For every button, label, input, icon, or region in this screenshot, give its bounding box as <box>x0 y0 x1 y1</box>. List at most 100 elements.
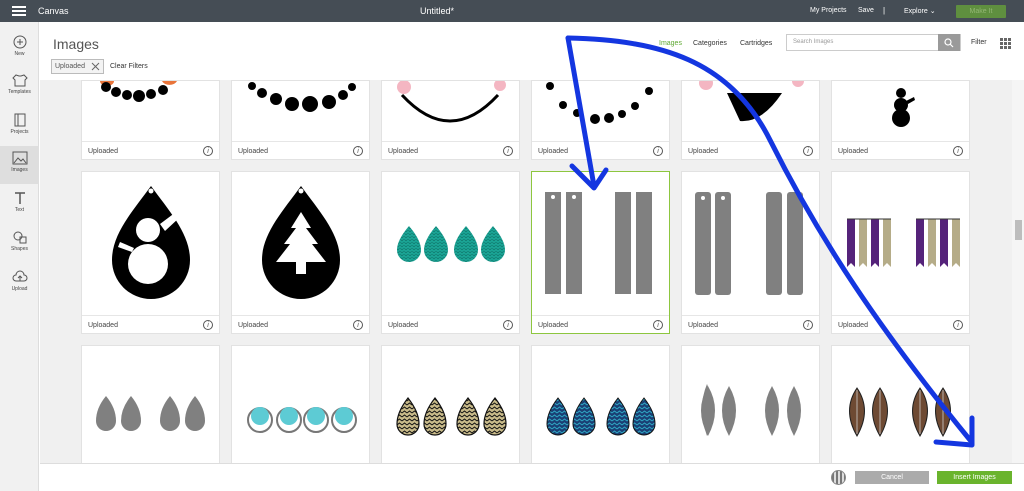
filter-chip-uploaded[interactable]: Uploaded <box>51 59 104 74</box>
info-icon[interactable]: i <box>503 320 513 330</box>
grid-view-icon[interactable] <box>1000 38 1011 49</box>
tab-cartridges[interactable]: Cartridges <box>740 40 772 47</box>
card-thumbnail <box>695 192 803 295</box>
page-title: Images <box>53 36 99 52</box>
bottom-action-bar: Cancel Insert Images <box>40 463 1024 491</box>
info-icon[interactable]: i <box>803 320 813 330</box>
info-icon[interactable]: i <box>653 320 663 330</box>
filter-button[interactable]: Filter <box>971 39 987 46</box>
image-icon <box>12 151 27 165</box>
image-card[interactable] <box>531 345 670 463</box>
card-footer: Uploaded i <box>382 141 519 161</box>
image-card[interactable]: Uploaded i <box>231 171 370 334</box>
card-footer: Uploaded i <box>682 141 819 161</box>
info-icon[interactable]: i <box>203 320 213 330</box>
card-thumbnail <box>699 81 804 122</box>
image-card[interactable]: Uploaded i <box>831 80 970 160</box>
text-icon <box>14 192 25 204</box>
save-link[interactable]: Save <box>858 7 874 14</box>
image-card[interactable]: Uploaded i <box>681 80 820 160</box>
info-icon[interactable]: i <box>203 146 213 156</box>
card-footer: Uploaded i <box>532 315 669 335</box>
cancel-button[interactable]: Cancel <box>855 471 929 484</box>
card-thumbnail <box>112 186 190 299</box>
shirt-icon <box>11 74 28 87</box>
shapes-icon <box>13 231 26 244</box>
scrollbar-thumb[interactable] <box>1015 220 1022 240</box>
card-thumbnail <box>847 218 960 267</box>
sidebar-item-projects[interactable]: Projects <box>0 108 39 146</box>
my-projects-link[interactable]: My Projects <box>810 7 847 14</box>
clear-filters-link[interactable]: Clear Filters <box>110 63 148 70</box>
app-name: Canvas <box>38 6 69 16</box>
sidebar-item-text[interactable]: Text <box>0 186 39 224</box>
hamburger-menu-icon[interactable] <box>12 6 26 16</box>
image-card[interactable] <box>81 345 220 463</box>
info-icon[interactable]: i <box>953 146 963 156</box>
vertical-scrollbar[interactable] <box>1012 80 1024 463</box>
close-icon[interactable] <box>91 62 100 71</box>
card-label: Uploaded <box>538 322 568 329</box>
card-label: Uploaded <box>88 148 118 155</box>
card-thumbnail <box>546 82 653 124</box>
image-card[interactable]: Uploaded i <box>81 80 220 160</box>
card-label: Uploaded <box>88 322 118 329</box>
document-title[interactable]: Untitled* <box>420 6 454 16</box>
card-label: Uploaded <box>238 148 268 155</box>
image-card[interactable]: Uploaded i <box>381 80 520 160</box>
image-card[interactable]: Uploaded i <box>231 80 370 160</box>
sidebar-item-templates[interactable]: Templates <box>0 68 39 106</box>
card-label: Uploaded <box>688 322 718 329</box>
info-icon[interactable]: i <box>353 146 363 156</box>
image-card[interactable]: Uploaded i <box>681 171 820 334</box>
card-label: Uploaded <box>388 322 418 329</box>
sidebar-item-new[interactable]: New <box>0 30 39 68</box>
image-card[interactable]: Uploaded i <box>81 171 220 334</box>
sidebar-item-images[interactable]: Images <box>0 146 39 184</box>
tab-categories[interactable]: Categories <box>693 40 727 47</box>
plus-icon <box>13 35 26 49</box>
card-footer: Uploaded i <box>832 315 969 335</box>
card-footer: Uploaded i <box>82 141 219 161</box>
card-thumbnail <box>100 81 177 102</box>
images-header: Images Images Categories Cartridges Sear… <box>40 22 1024 80</box>
sidebar-item-shapes[interactable]: Shapes <box>0 225 39 263</box>
card-thumbnail <box>397 81 506 123</box>
card-label: Uploaded <box>688 148 718 155</box>
make-it-button[interactable]: Make It <box>956 5 1006 18</box>
info-icon[interactable]: i <box>803 146 813 156</box>
left-sidebar: New Templates Projects Images Text Shape… <box>0 22 39 491</box>
card-label: Uploaded <box>538 148 568 155</box>
image-card[interactable] <box>381 345 520 463</box>
image-card[interactable] <box>231 345 370 463</box>
info-icon[interactable]: i <box>503 146 513 156</box>
tab-images[interactable]: Images <box>659 40 682 47</box>
image-card[interactable]: Uploaded i <box>831 171 970 334</box>
image-card[interactable]: Uploaded i <box>531 80 670 160</box>
search-input[interactable]: Search Images <box>786 34 961 51</box>
info-icon[interactable]: i <box>653 146 663 156</box>
pattern-toggle-icon[interactable] <box>831 470 846 485</box>
sidebar-item-upload[interactable]: Upload <box>0 265 39 303</box>
explore-menu[interactable]: Explore ⌄ <box>904 7 936 15</box>
projects-icon <box>14 113 25 127</box>
image-card-selected[interactable]: Uploaded i <box>531 171 670 334</box>
image-card[interactable] <box>681 345 820 463</box>
search-button[interactable] <box>938 34 960 51</box>
card-thumbnail <box>849 387 951 438</box>
info-icon[interactable]: i <box>953 320 963 330</box>
card-footer: Uploaded i <box>232 315 369 335</box>
chevron-down-icon: ⌄ <box>929 8 936 15</box>
insert-images-button[interactable]: Insert Images <box>937 471 1012 484</box>
sidebar-item-label: New <box>14 51 25 57</box>
card-footer: Uploaded i <box>532 141 669 161</box>
info-icon[interactable]: i <box>353 320 363 330</box>
card-thumbnail <box>397 226 505 262</box>
card-thumbnail <box>396 397 507 436</box>
image-card[interactable] <box>831 345 970 463</box>
image-card[interactable]: Uploaded i <box>381 171 520 334</box>
sidebar-item-label: Text <box>14 207 25 213</box>
card-thumbnail <box>248 82 356 112</box>
sidebar-item-label: Shapes <box>11 246 28 252</box>
card-thumbnail <box>545 192 652 294</box>
